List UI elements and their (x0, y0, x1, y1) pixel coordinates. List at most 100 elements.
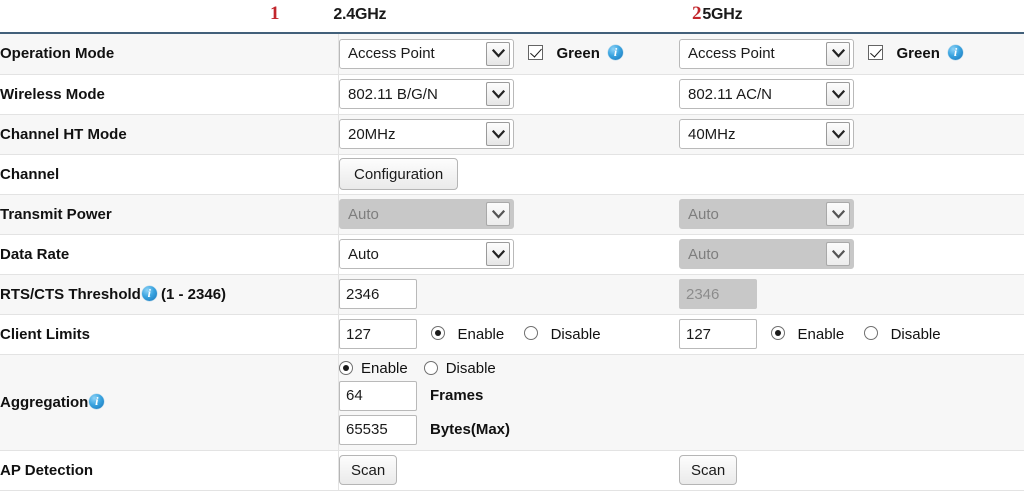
cell-wireless-mode-5ghz: 802.11 AC/N (679, 74, 1024, 114)
operation-mode-select-2-4ghz[interactable]: Access Point (339, 39, 514, 69)
cell-channel-5ghz (679, 154, 1024, 194)
client-limits-input-5ghz[interactable]: 127 (679, 319, 757, 349)
ap-detection-scan-button-2-4ghz[interactable]: Scan (339, 455, 397, 485)
table-row-transmit-power: Transmit Power Auto Auto (0, 194, 1024, 234)
operation-mode-select-value-2-4ghz: Access Point (348, 45, 486, 62)
client-limits-enable-radio-5ghz[interactable] (771, 326, 785, 340)
cell-channel-2-4ghz: Configuration (339, 154, 680, 194)
client-limits-disable-radio-2-4ghz[interactable] (524, 326, 538, 340)
client-limits-disable-label-2-4ghz: Disable (551, 326, 601, 343)
client-limits-disable-radio-5ghz[interactable] (864, 326, 878, 340)
info-icon[interactable] (89, 394, 104, 409)
aggregation-label-text: Aggregation (0, 394, 88, 411)
info-icon[interactable] (948, 45, 963, 60)
green-checkbox-2-4ghz[interactable] (528, 45, 543, 60)
data-rate-select-value-5ghz: Auto (688, 246, 826, 263)
aggregation-frames-line: 64 Frames (339, 381, 679, 411)
cell-rts-cts-2-4ghz: 2346 (339, 274, 680, 314)
transmit-power-select-value-2-4ghz: Auto (348, 206, 486, 223)
row-label-aggregation: Aggregation (0, 354, 339, 450)
chevron-down-icon (826, 122, 850, 146)
transmit-power-select-value-5ghz: Auto (688, 206, 826, 223)
cell-transmit-power-5ghz: Auto (679, 194, 1024, 234)
ap-detection-scan-button-5ghz[interactable]: Scan (679, 455, 737, 485)
green-label-5ghz: Green (897, 45, 940, 62)
row-label-wireless-mode: Wireless Mode (0, 74, 339, 114)
client-limits-enable-radio-2-4ghz[interactable] (431, 326, 445, 340)
row-label-channel-ht-mode: Channel HT Mode (0, 114, 339, 154)
cell-client-limits-5ghz: 127 Enable Disable (679, 314, 1024, 354)
cell-operation-mode-5ghz: Access Point Green (679, 34, 1024, 74)
row-label-rts-cts-threshold: RTS/CTS Threshold (1 - 2346) (0, 274, 339, 314)
green-checkbox-5ghz[interactable] (868, 45, 883, 60)
client-limits-enable-label-5ghz: Enable (798, 326, 845, 343)
wireless-settings-table: Operation Mode Access Point Green (0, 34, 1024, 491)
aggregation-enable-radio[interactable] (339, 361, 353, 375)
band-header-2-4ghz: 12.4GHz (270, 3, 386, 25)
table-row-wireless-mode: Wireless Mode 802.11 B/G/N 802.11 AC/N (0, 74, 1024, 114)
table-row-rts-cts-threshold: RTS/CTS Threshold (1 - 2346) 2346 2346 (0, 274, 1024, 314)
aggregation-disable-radio[interactable] (424, 361, 438, 375)
cell-transmit-power-2-4ghz: Auto (339, 194, 680, 234)
channel-configuration-button[interactable]: Configuration (339, 158, 458, 190)
chevron-down-icon (826, 42, 850, 66)
info-icon[interactable] (142, 286, 157, 301)
client-limits-disable-label-5ghz: Disable (891, 326, 941, 343)
band-header: 12.4GHz 25GHz (0, 0, 1024, 34)
wireless-settings-page: 12.4GHz 25GHz Operation Mode Access Poin… (0, 0, 1024, 504)
chevron-down-icon (486, 82, 510, 106)
rts-cts-label-text: RTS/CTS Threshold (0, 286, 141, 303)
operation-mode-select-value-5ghz: Access Point (688, 45, 826, 62)
row-label-channel: Channel (0, 154, 339, 194)
aggregation-controls: Enable Disable 64 Frames 65535 Bytes(Max… (339, 355, 679, 450)
callout-number-1: 1 (270, 3, 279, 24)
channel-ht-mode-select-2-4ghz[interactable]: 20MHz (339, 119, 514, 149)
client-limits-input-2-4ghz[interactable]: 127 (339, 319, 417, 349)
channel-ht-mode-select-value-2-4ghz: 20MHz (348, 126, 486, 143)
aggregation-bytes-input[interactable]: 65535 (339, 415, 417, 445)
cell-data-rate-5ghz: Auto (679, 234, 1024, 274)
rts-cts-range-note: (1 - 2346) (161, 286, 226, 303)
cell-rts-cts-5ghz: 2346 (679, 274, 1024, 314)
row-label-client-limits: Client Limits (0, 314, 339, 354)
cell-operation-mode-2-4ghz: Access Point Green (339, 34, 680, 74)
green-label-2-4ghz: Green (557, 45, 600, 62)
table-row-channel-ht-mode: Channel HT Mode 20MHz 40MHz (0, 114, 1024, 154)
aggregation-radio-group: Enable Disable (339, 360, 679, 377)
wireless-mode-select-2-4ghz[interactable]: 802.11 B/G/N (339, 79, 514, 109)
info-icon[interactable] (608, 45, 623, 60)
aggregation-frames-input[interactable]: 64 (339, 381, 417, 411)
channel-ht-mode-select-value-5ghz: 40MHz (688, 126, 826, 143)
wireless-mode-select-value-2-4ghz: 802.11 B/G/N (348, 86, 486, 103)
cell-data-rate-2-4ghz: Auto (339, 234, 680, 274)
channel-ht-mode-select-5ghz[interactable]: 40MHz (679, 119, 854, 149)
cell-aggregation-5ghz (679, 354, 1024, 450)
cell-client-limits-2-4ghz: 127 Enable Disable (339, 314, 680, 354)
client-limits-enable-label-2-4ghz: Enable (458, 326, 505, 343)
chevron-down-icon (826, 242, 850, 266)
cell-channel-ht-mode-5ghz: 40MHz (679, 114, 1024, 154)
cell-wireless-mode-2-4ghz: 802.11 B/G/N (339, 74, 680, 114)
cell-ap-detection-5ghz: Scan (679, 450, 1024, 490)
aggregation-bytes-line: 65535 Bytes(Max) (339, 415, 679, 445)
table-row-channel: Channel Configuration (0, 154, 1024, 194)
wireless-mode-select-5ghz[interactable]: 802.11 AC/N (679, 79, 854, 109)
table-row-operation-mode: Operation Mode Access Point Green (0, 34, 1024, 74)
cell-ap-detection-2-4ghz: Scan (339, 450, 680, 490)
chevron-down-icon (486, 202, 510, 226)
data-rate-select-2-4ghz[interactable]: Auto (339, 239, 514, 269)
chevron-down-icon (486, 122, 510, 146)
transmit-power-select-2-4ghz[interactable]: Auto (339, 199, 514, 229)
cell-aggregation-2-4ghz: Enable Disable 64 Frames 65535 Bytes(Max… (339, 354, 680, 450)
chevron-down-icon (486, 242, 510, 266)
rts-cts-input-2-4ghz[interactable]: 2346 (339, 279, 417, 309)
operation-mode-select-5ghz[interactable]: Access Point (679, 39, 854, 69)
cell-channel-ht-mode-2-4ghz: 20MHz (339, 114, 680, 154)
band-header-5ghz: 25GHz (692, 3, 742, 25)
aggregation-disable-label: Disable (446, 360, 496, 377)
data-rate-select-5ghz[interactable]: Auto (679, 239, 854, 269)
transmit-power-select-5ghz[interactable]: Auto (679, 199, 854, 229)
table-row-ap-detection: AP Detection Scan Scan (0, 450, 1024, 490)
wireless-mode-select-value-5ghz: 802.11 AC/N (688, 86, 826, 103)
rts-cts-input-5ghz[interactable]: 2346 (679, 279, 757, 309)
